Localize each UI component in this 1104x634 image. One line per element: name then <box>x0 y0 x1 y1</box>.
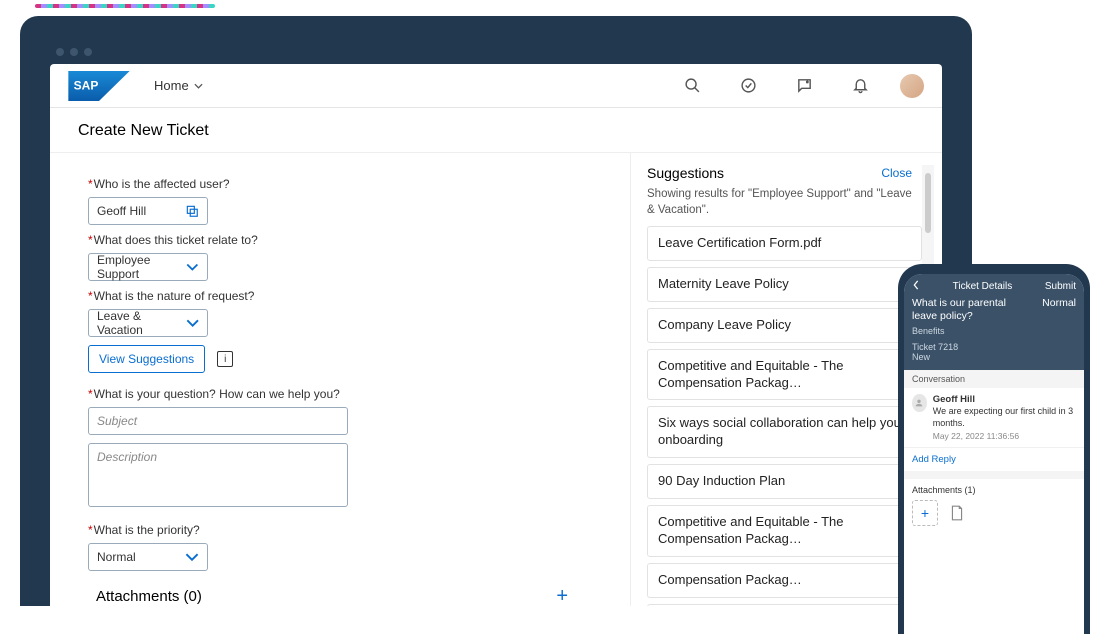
message-time: May 22, 2022 11:36:56 <box>933 431 1076 441</box>
add-attachment-button[interactable]: + <box>912 500 938 526</box>
mobile-screen: Ticket Details Submit What is our parent… <box>904 274 1084 634</box>
person-icon <box>912 394 927 412</box>
mobile-status: New <box>912 352 1076 362</box>
suggestion-item[interactable]: Company Leave Policy <box>647 308 922 343</box>
content-area: Who is the affected user? Geoff Hill Wha… <box>50 153 942 606</box>
bell-icon[interactable] <box>844 70 876 102</box>
window-controls <box>56 48 92 56</box>
affected-user-field[interactable]: Geoff Hill <box>88 197 208 225</box>
affected-user-value: Geoff Hill <box>97 204 146 218</box>
home-label: Home <box>154 78 189 93</box>
topbar: SAP Home <box>50 64 942 108</box>
value-help-icon <box>185 204 199 218</box>
chevron-down-icon <box>186 260 199 274</box>
relate-value: Employee Support <box>97 253 186 281</box>
search-icon[interactable] <box>676 70 708 102</box>
user-avatar[interactable] <box>900 74 924 98</box>
relate-label: What does this ticket relate to? <box>88 233 598 247</box>
suggestion-item[interactable]: Leave Certification Form.pdf <box>647 226 922 261</box>
attachments-label: Attachments (0) <box>96 588 202 605</box>
form-pane: Who is the affected user? Geoff Hill Wha… <box>50 153 630 606</box>
suggestions-list: Leave Certification Form.pdf Maternity L… <box>647 226 922 606</box>
view-suggestions-button[interactable]: View Suggestions <box>88 345 205 373</box>
mobile-header-title: Ticket Details <box>953 281 1013 292</box>
suggestion-item[interactable]: Maternity Leave Policy <box>647 267 922 302</box>
question-label: What is your question? How can we help y… <box>88 387 598 401</box>
relate-select[interactable]: Employee Support <box>88 253 208 281</box>
message-author: Geoff Hill <box>933 394 1076 405</box>
priority-select[interactable]: Normal <box>88 543 208 571</box>
attachments-row: Attachments (0) + <box>88 585 598 606</box>
suggestion-item[interactable]: 90 Day Induction Plan <box>647 464 922 499</box>
mobile-question: What is our parental leave policy? <box>912 297 1032 323</box>
decorative-strip <box>35 4 215 8</box>
priority-label: What is the priority? <box>88 523 598 537</box>
suggestions-close[interactable]: Close <box>881 166 912 180</box>
message: Geoff Hill We are expecting our first ch… <box>904 388 1084 447</box>
mobile-attachments-label: Attachments (1) <box>912 485 1076 495</box>
svg-text:SAP: SAP <box>74 78 99 92</box>
chevron-down-icon <box>194 83 203 89</box>
mobile-body: Conversation Geoff Hill We are expecting… <box>904 370 1084 634</box>
chevron-down-icon <box>185 550 199 564</box>
description-input[interactable]: Description <box>88 443 348 507</box>
attachment-file-icon[interactable] <box>944 500 970 526</box>
sap-logo: SAP <box>68 71 130 101</box>
submit-button[interactable]: Submit <box>1045 281 1076 292</box>
affected-user-label: Who is the affected user? <box>88 177 598 191</box>
mobile-attachments: Attachments (1) + <box>904 479 1084 532</box>
subject-input[interactable]: Subject <box>88 407 348 435</box>
feedback-icon[interactable] <box>788 70 820 102</box>
desktop-frame: SAP Home Create New Ticket <box>20 16 972 606</box>
suggestions-subtitle: Showing results for "Employee Support" a… <box>647 187 922 218</box>
add-attachment-button[interactable]: + <box>556 585 568 606</box>
chevron-down-icon <box>186 316 199 330</box>
suggestions-pane: Suggestions Close Showing results for "E… <box>630 153 942 606</box>
suggestions-title: Suggestions <box>647 165 724 181</box>
check-circle-icon[interactable] <box>732 70 764 102</box>
mobile-ticket-id: Ticket 7218 <box>912 342 1076 352</box>
page-title: Create New Ticket <box>50 108 942 153</box>
back-button[interactable] <box>912 280 920 293</box>
suggestion-item[interactable]: Frequently Asked Questions regarding the… <box>647 604 922 606</box>
home-nav[interactable]: Home <box>154 78 203 93</box>
app-window: SAP Home Create New Ticket <box>50 64 942 606</box>
priority-value: Normal <box>97 550 136 564</box>
suggestion-item[interactable]: Compensation Packag… <box>647 563 922 598</box>
conversation-label: Conversation <box>904 370 1084 388</box>
mobile-header: Ticket Details Submit What is our parent… <box>904 274 1084 370</box>
mobile-frame: Ticket Details Submit What is our parent… <box>898 264 1090 634</box>
nature-select[interactable]: Leave & Vacation <box>88 309 208 337</box>
info-icon[interactable]: i <box>217 351 233 367</box>
add-reply-button[interactable]: Add Reply <box>904 447 1084 479</box>
message-text: We are expecting our first child in 3 mo… <box>933 406 1076 429</box>
suggestion-item[interactable]: Six ways social collaboration can help y… <box>647 406 922 458</box>
nature-value: Leave & Vacation <box>97 309 186 337</box>
suggestion-item[interactable]: Competitive and Equitable - The Compensa… <box>647 505 922 557</box>
nature-label: What is the nature of request? <box>88 289 598 303</box>
mobile-priority: Normal <box>1042 297 1076 323</box>
suggestion-item[interactable]: Competitive and Equitable - The Compensa… <box>647 349 922 401</box>
mobile-category: Benefits <box>912 326 1076 336</box>
